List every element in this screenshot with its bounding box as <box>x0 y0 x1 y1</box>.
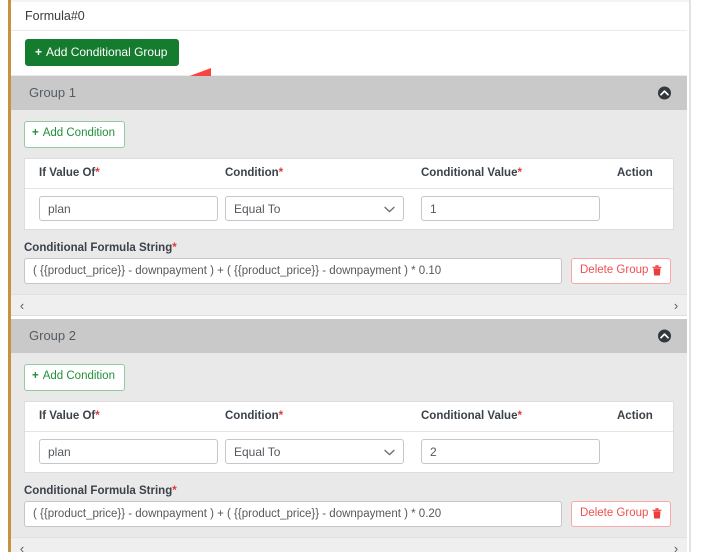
add-conditional-group-label: Add Conditional Group <box>46 45 168 59</box>
formula-string-row-2: Delete Group <box>24 500 674 538</box>
required-marker: * <box>172 241 177 254</box>
horizontal-scrollbar-1[interactable]: ‹ › <box>11 294 687 316</box>
add-condition-button-2[interactable]: + Add Condition <box>24 364 125 391</box>
conditional-value-input-1[interactable] <box>421 196 600 221</box>
required-marker: * <box>278 410 284 422</box>
table-row <box>25 432 673 472</box>
cell-if-value-of-1 <box>25 196 225 221</box>
required-marker: * <box>95 167 100 179</box>
group-body-2: + Add Condition If Value Of* Condition* C… <box>11 353 687 537</box>
app-viewport: Formula#0 + Add Conditional Group Group 1… <box>0 0 703 552</box>
required-marker: * <box>517 167 522 179</box>
trash-icon <box>653 508 662 519</box>
table-header-row-1: If Value Of* Condition* Conditional Valu… <box>25 159 673 189</box>
column-header-conditional-value: Conditional Value* <box>421 167 522 179</box>
delete-group-button-1[interactable]: Delete Group <box>571 257 672 284</box>
if-value-of-input-2[interactable] <box>39 439 218 464</box>
required-marker: * <box>278 167 284 179</box>
chevron-right-icon[interactable]: › <box>667 538 685 552</box>
formula-string-label-1: Conditional Formula String* <box>24 241 177 254</box>
column-header-condition: Condition* <box>225 410 284 422</box>
column-header-condition: Condition* <box>225 167 284 179</box>
page-title: Formula#0 <box>11 2 687 31</box>
add-condition-label-1: Add Condition <box>42 127 115 139</box>
horizontal-scrollbar-2[interactable]: ‹ › <box>11 537 687 552</box>
if-value-of-input-1[interactable] <box>39 196 218 221</box>
chevron-left-icon[interactable]: ‹ <box>13 295 31 315</box>
column-header-if-value-of: If Value Of* <box>39 410 100 422</box>
group-header-1[interactable]: Group 1 <box>11 76 687 110</box>
delete-group-label-2: Delete Group <box>580 506 649 519</box>
chevron-up-icon[interactable] <box>658 86 671 100</box>
formula-string-input-1[interactable] <box>24 257 562 284</box>
plus-icon: + <box>35 45 43 59</box>
required-marker: * <box>172 484 177 497</box>
group-header-2[interactable]: Group 2 <box>11 319 687 353</box>
formula-string-input-2[interactable] <box>24 500 562 527</box>
formula-card: Formula#0 + Add Conditional Group Group 1… <box>11 2 687 552</box>
add-conditional-group-button[interactable]: + Add Conditional Group <box>25 39 180 66</box>
required-marker: * <box>95 410 100 422</box>
cell-condition-2 <box>225 439 421 464</box>
column-header-if-value-of: If Value Of* <box>39 167 100 179</box>
page-right-border <box>689 0 691 552</box>
conditions-table-2: If Value Of* Condition* Conditional Valu… <box>24 400 674 473</box>
chevron-up-icon[interactable] <box>658 329 671 343</box>
plus-icon: + <box>32 370 39 382</box>
condition-select-2[interactable] <box>225 439 404 464</box>
formula-string-row-1: Delete Group <box>24 257 674 295</box>
card-toolbar: + Add Conditional Group <box>11 31 687 92</box>
group-title-1: Group 1 <box>29 85 76 100</box>
group-title-2: Group 2 <box>29 328 76 343</box>
cell-conditional-value-2 <box>421 439 617 464</box>
formula-string-label-2: Conditional Formula String* <box>24 484 177 497</box>
group-body-1: + Add Condition If Value Of* Condition* C… <box>11 110 687 294</box>
column-header-conditional-value: Conditional Value* <box>421 410 522 422</box>
delete-group-label-1: Delete Group <box>580 263 649 276</box>
conditions-table-1: If Value Of* Condition* Conditional Valu… <box>24 157 674 230</box>
add-condition-button-1[interactable]: + Add Condition <box>24 121 125 148</box>
conditional-value-input-2[interactable] <box>421 439 600 464</box>
condition-select-1[interactable] <box>225 196 404 221</box>
add-condition-label-2: Add Condition <box>42 370 115 382</box>
cell-condition-1 <box>225 196 421 221</box>
chevron-right-icon[interactable]: › <box>667 295 685 315</box>
cell-if-value-of-2 <box>25 439 225 464</box>
table-row <box>25 189 673 229</box>
delete-group-button-2[interactable]: Delete Group <box>571 500 672 527</box>
cell-conditional-value-1 <box>421 196 617 221</box>
column-header-action: Action <box>617 167 653 179</box>
trash-icon <box>653 265 662 276</box>
page-right-gutter <box>691 0 703 552</box>
plus-icon: + <box>32 127 39 139</box>
table-header-row-2: If Value Of* Condition* Conditional Valu… <box>25 402 673 432</box>
required-marker: * <box>517 410 522 422</box>
column-header-action: Action <box>617 410 653 422</box>
chevron-left-icon[interactable]: ‹ <box>13 538 31 552</box>
